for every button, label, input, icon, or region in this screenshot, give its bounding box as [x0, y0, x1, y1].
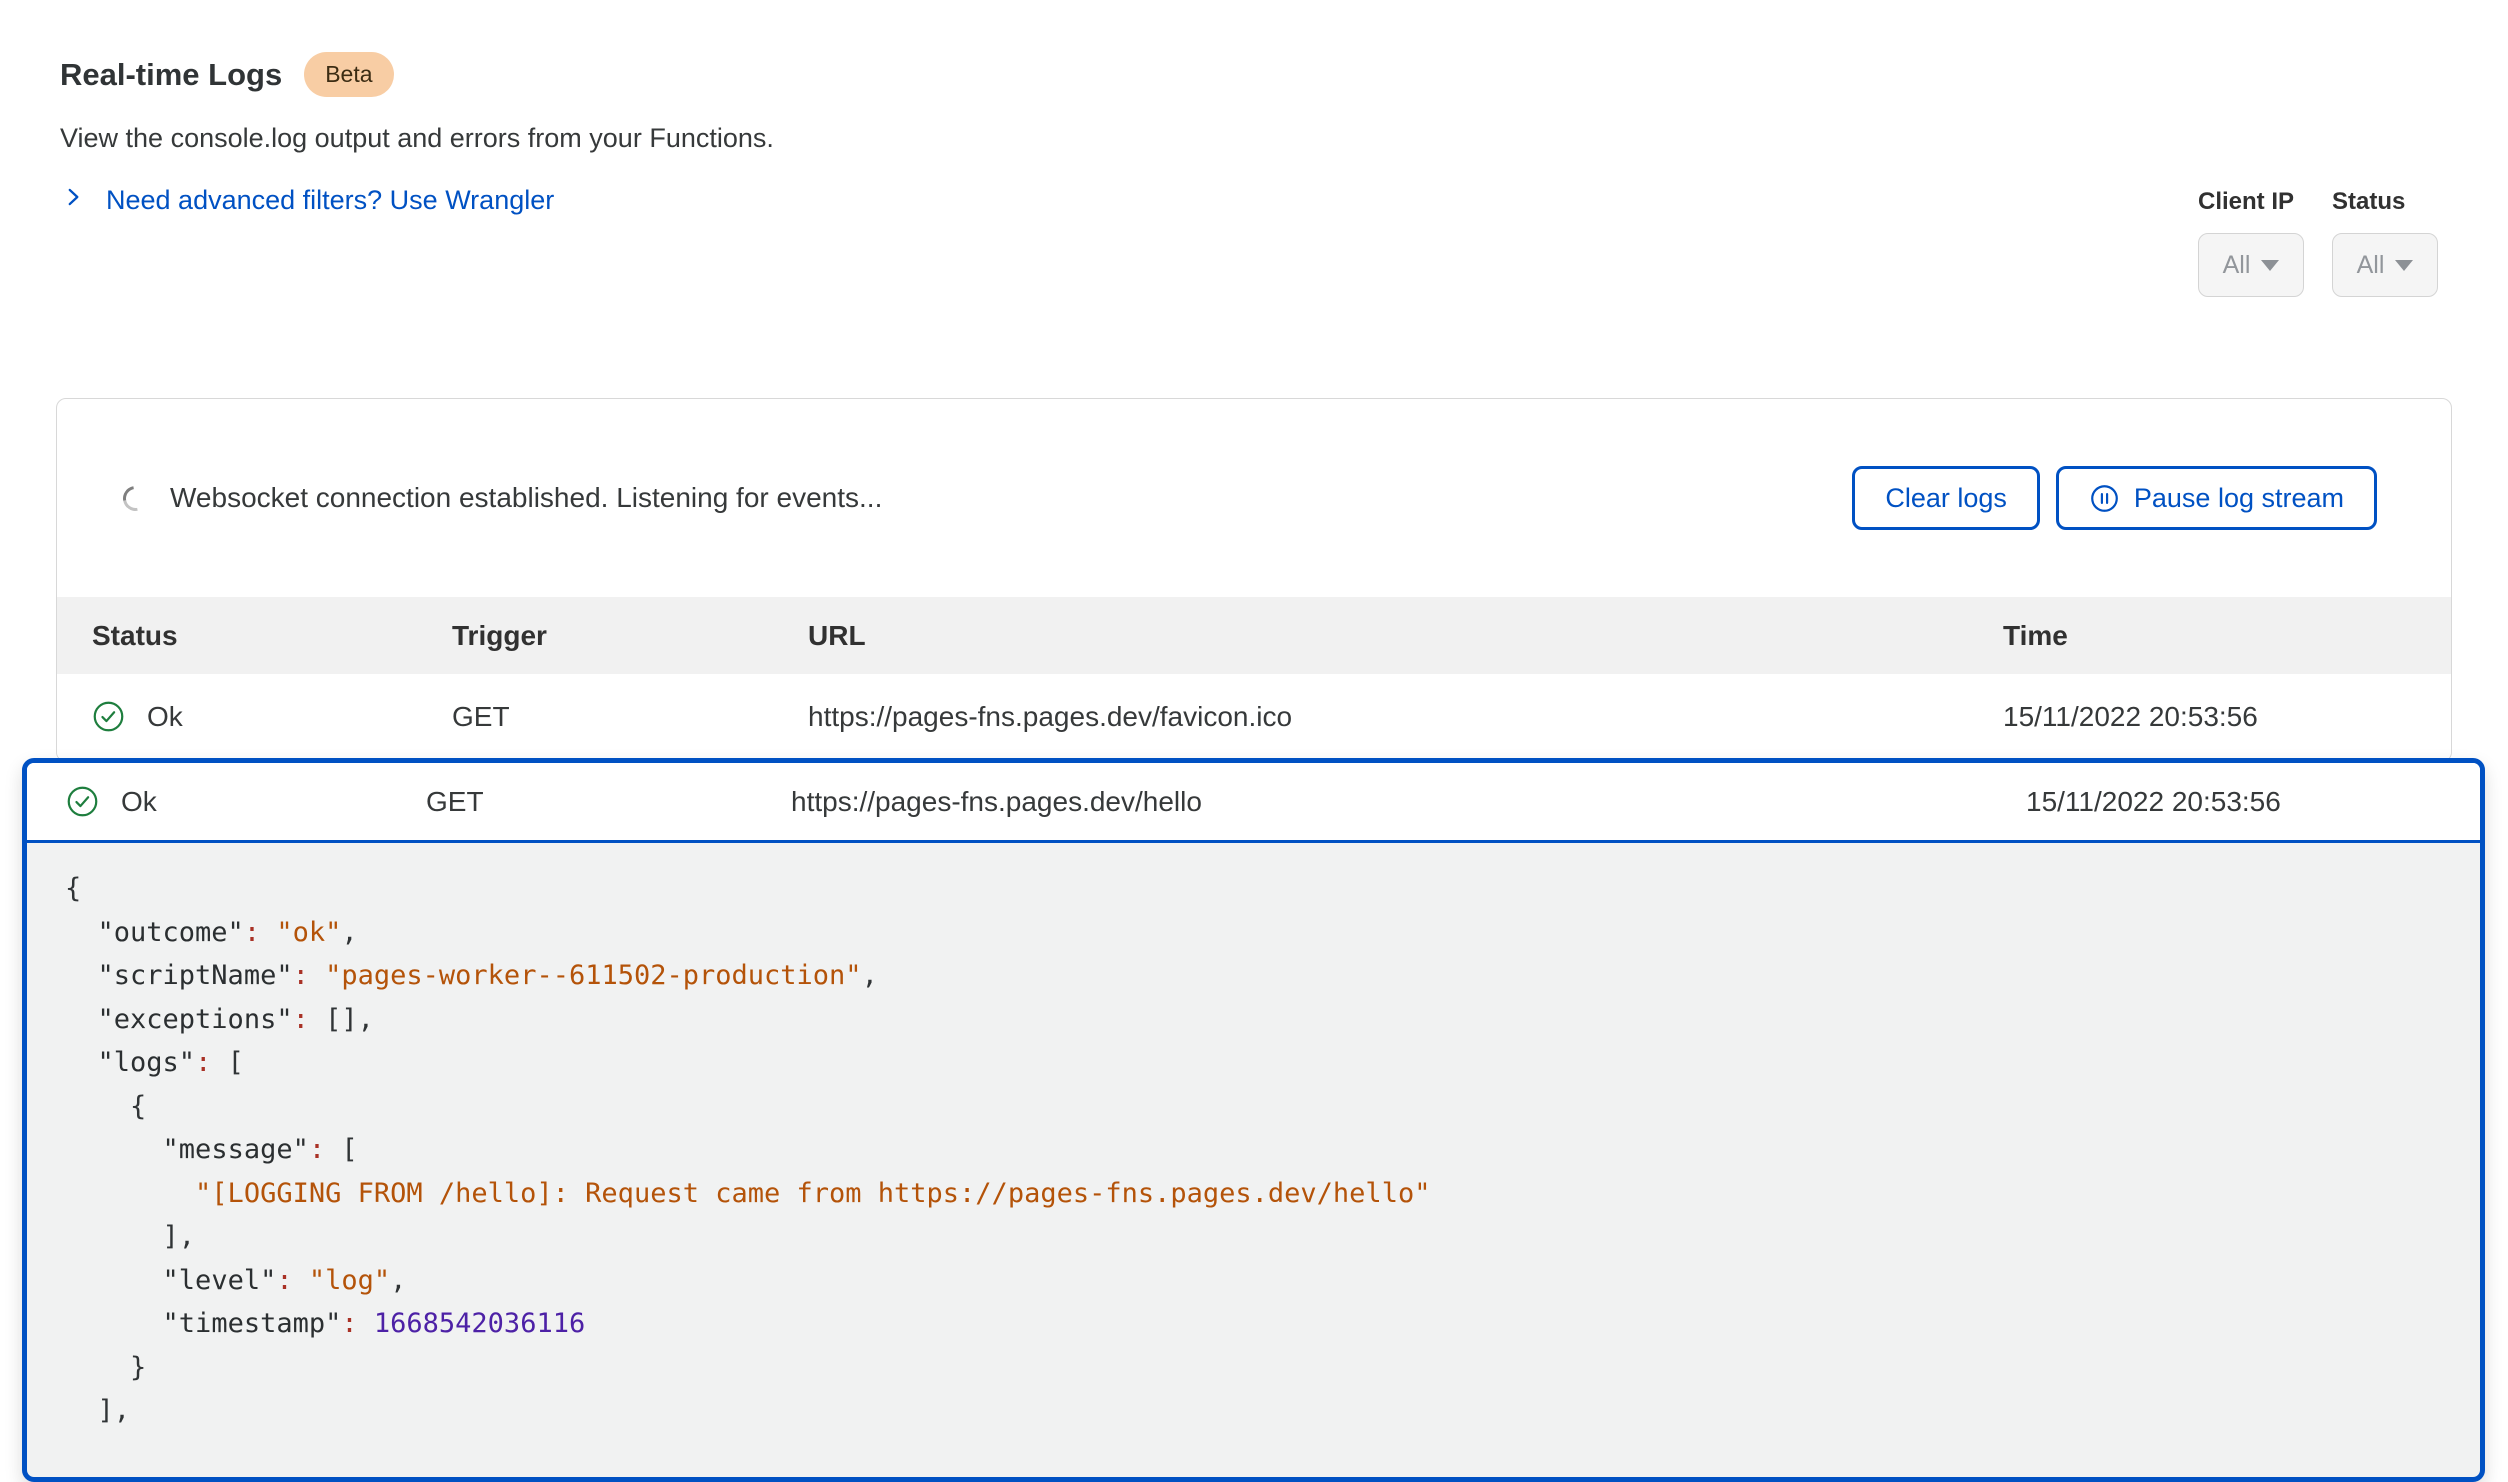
code-line: "message": [ [65, 1128, 2460, 1172]
code-line: "scriptName": "pages-worker--611502-prod… [65, 954, 2460, 998]
column-header-trigger: Trigger [452, 620, 808, 652]
code-line: "timestamp": 1668542036116 [65, 1302, 2460, 1346]
code-line: "outcome": "ok", [65, 911, 2460, 955]
code-line: { [65, 867, 2460, 911]
logs-panel: Websocket connection established. Listen… [56, 398, 2452, 762]
check-circle-icon [92, 700, 125, 733]
code-line: "exceptions": [], [65, 998, 2460, 1042]
log-filters: Client IP All Status All [2198, 188, 2438, 297]
clear-logs-button[interactable]: Clear logs [1852, 466, 2040, 530]
table-header: Status Trigger URL Time [57, 597, 2451, 674]
clear-logs-label: Clear logs [1885, 483, 2007, 514]
wrangler-link[interactable]: Need advanced filters? Use Wrangler [60, 184, 774, 217]
beta-badge: Beta [304, 52, 393, 97]
client-ip-filter-label: Client IP [2198, 188, 2304, 216]
code-line: { [65, 1085, 2460, 1129]
pause-icon [2089, 483, 2120, 514]
log-json: { "outcome": "ok", "scriptName": "pages-… [27, 843, 2480, 1463]
status-dropdown[interactable]: All [2332, 233, 2438, 297]
url-value: https://pages-fns.pages.dev/hello [791, 786, 2026, 818]
column-header-status: Status [57, 620, 452, 652]
page-title: Real-time Logs [60, 57, 282, 93]
check-circle-icon [66, 785, 99, 818]
time-value: 15/11/2022 20:53:56 [2003, 701, 2451, 733]
page-subtitle: View the console.log output and errors f… [60, 123, 774, 154]
connection-status-text: Websocket connection established. Listen… [170, 482, 882, 514]
expanded-log-entry: Ok GET https://pages-fns.pages.dev/hello… [22, 758, 2485, 1482]
status-value: Ok [147, 701, 183, 733]
chevron-right-icon [60, 184, 86, 217]
page-header: Real-time Logs Beta View the console.log… [60, 52, 774, 217]
time-value: 15/11/2022 20:53:56 [2026, 786, 2480, 818]
column-header-url: URL [808, 620, 2003, 652]
spinner-icon [118, 481, 153, 516]
wrangler-link-label: Need advanced filters? Use Wrangler [106, 185, 554, 216]
table-row-expanded[interactable]: Ok GET https://pages-fns.pages.dev/hello… [27, 763, 2480, 843]
caret-down-icon [2395, 260, 2413, 271]
trigger-value: GET [426, 786, 791, 818]
url-value: https://pages-fns.pages.dev/favicon.ico [808, 701, 2003, 733]
code-line: "logs": [ [65, 1041, 2460, 1085]
websocket-status-bar: Websocket connection established. Listen… [57, 399, 2451, 597]
client-ip-dropdown[interactable]: All [2198, 233, 2304, 297]
code-line: } [65, 1346, 2460, 1390]
pause-log-stream-button[interactable]: Pause log stream [2056, 466, 2377, 530]
code-line: "level": "log", [65, 1259, 2460, 1303]
caret-down-icon [2261, 260, 2279, 271]
code-line: ], [65, 1215, 2460, 1259]
column-header-time: Time [2003, 620, 2451, 652]
status-dropdown-value: All [2357, 251, 2385, 280]
code-line: ], [65, 1389, 2460, 1433]
status-value: Ok [121, 786, 157, 818]
table-row[interactable]: Ok GET https://pages-fns.pages.dev/favic… [57, 674, 2451, 759]
status-filter-label: Status [2332, 188, 2438, 216]
client-ip-dropdown-value: All [2223, 251, 2251, 280]
realtime-logs-page: Real-time Logs Beta View the console.log… [0, 0, 2508, 1434]
trigger-value: GET [452, 701, 808, 733]
code-line: "[LOGGING FROM /hello]: Request came fro… [65, 1172, 2460, 1216]
pause-log-stream-label: Pause log stream [2134, 483, 2344, 514]
